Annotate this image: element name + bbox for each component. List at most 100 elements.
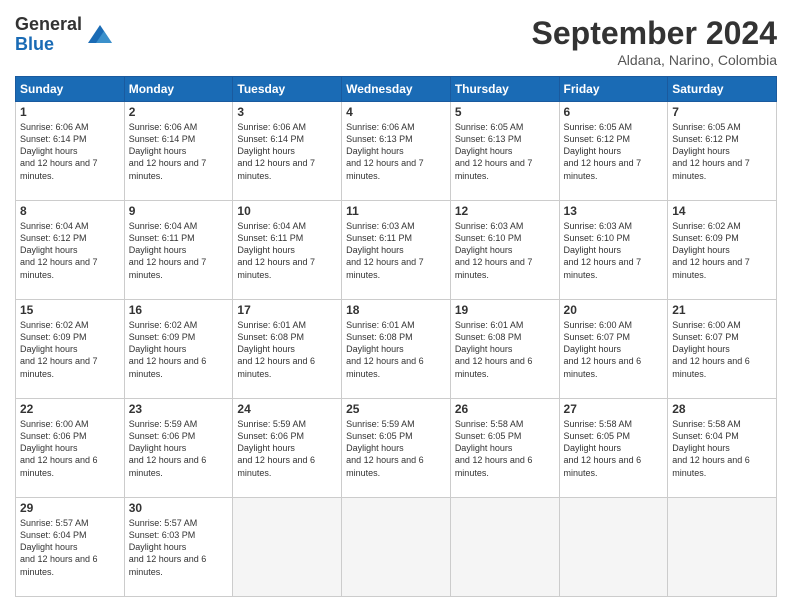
day-number: 13 [564, 204, 664, 218]
col-monday: Monday [124, 77, 233, 102]
page: General Blue September 2024 Aldana, Nari… [0, 0, 792, 612]
table-row: 8 Sunrise: 6:04 AMSunset: 6:12 PMDayligh… [16, 201, 125, 300]
col-sunday: Sunday [16, 77, 125, 102]
cell-info: Sunrise: 5:59 AMSunset: 6:06 PMDaylight … [129, 419, 207, 478]
day-number: 22 [20, 402, 120, 416]
day-number: 16 [129, 303, 229, 317]
day-number: 8 [20, 204, 120, 218]
day-number: 24 [237, 402, 337, 416]
col-thursday: Thursday [450, 77, 559, 102]
cell-info: Sunrise: 5:58 AMSunset: 6:05 PMDaylight … [455, 419, 533, 478]
cell-info: Sunrise: 5:57 AMSunset: 6:04 PMDaylight … [20, 518, 98, 577]
table-row: 24 Sunrise: 5:59 AMSunset: 6:06 PMDaylig… [233, 399, 342, 498]
table-row: 17 Sunrise: 6:01 AMSunset: 6:08 PMDaylig… [233, 300, 342, 399]
cell-info: Sunrise: 6:05 AMSunset: 6:12 PMDaylight … [564, 122, 642, 181]
cell-info: Sunrise: 6:04 AMSunset: 6:11 PMDaylight … [237, 221, 315, 280]
table-row: 22 Sunrise: 6:00 AMSunset: 6:06 PMDaylig… [16, 399, 125, 498]
day-number: 26 [455, 402, 555, 416]
day-number: 23 [129, 402, 229, 416]
calendar-week-row: 8 Sunrise: 6:04 AMSunset: 6:12 PMDayligh… [16, 201, 777, 300]
table-row: 2 Sunrise: 6:06 AMSunset: 6:14 PMDayligh… [124, 102, 233, 201]
table-row [342, 498, 451, 597]
table-row: 18 Sunrise: 6:01 AMSunset: 6:08 PMDaylig… [342, 300, 451, 399]
day-number: 19 [455, 303, 555, 317]
logo-blue: Blue [15, 35, 82, 55]
table-row: 11 Sunrise: 6:03 AMSunset: 6:11 PMDaylig… [342, 201, 451, 300]
table-row [559, 498, 668, 597]
table-row: 3 Sunrise: 6:06 AMSunset: 6:14 PMDayligh… [233, 102, 342, 201]
day-number: 14 [672, 204, 772, 218]
cell-info: Sunrise: 6:02 AMSunset: 6:09 PMDaylight … [129, 320, 207, 379]
col-wednesday: Wednesday [342, 77, 451, 102]
table-row: 4 Sunrise: 6:06 AMSunset: 6:13 PMDayligh… [342, 102, 451, 201]
table-row: 27 Sunrise: 5:58 AMSunset: 6:05 PMDaylig… [559, 399, 668, 498]
cell-info: Sunrise: 5:58 AMSunset: 6:05 PMDaylight … [564, 419, 642, 478]
table-row: 20 Sunrise: 6:00 AMSunset: 6:07 PMDaylig… [559, 300, 668, 399]
cell-info: Sunrise: 6:04 AMSunset: 6:12 PMDaylight … [20, 221, 98, 280]
table-row [233, 498, 342, 597]
day-number: 25 [346, 402, 446, 416]
day-number: 15 [20, 303, 120, 317]
cell-info: Sunrise: 6:03 AMSunset: 6:10 PMDaylight … [455, 221, 533, 280]
cell-info: Sunrise: 6:00 AMSunset: 6:07 PMDaylight … [672, 320, 750, 379]
calendar-week-row: 22 Sunrise: 6:00 AMSunset: 6:06 PMDaylig… [16, 399, 777, 498]
calendar-week-row: 15 Sunrise: 6:02 AMSunset: 6:09 PMDaylig… [16, 300, 777, 399]
title-section: September 2024 Aldana, Narino, Colombia [532, 15, 777, 68]
cell-info: Sunrise: 6:02 AMSunset: 6:09 PMDaylight … [672, 221, 750, 280]
cell-info: Sunrise: 6:01 AMSunset: 6:08 PMDaylight … [455, 320, 533, 379]
cell-info: Sunrise: 6:02 AMSunset: 6:09 PMDaylight … [20, 320, 98, 379]
day-number: 9 [129, 204, 229, 218]
cell-info: Sunrise: 6:05 AMSunset: 6:13 PMDaylight … [455, 122, 533, 181]
table-row: 14 Sunrise: 6:02 AMSunset: 6:09 PMDaylig… [668, 201, 777, 300]
table-row: 15 Sunrise: 6:02 AMSunset: 6:09 PMDaylig… [16, 300, 125, 399]
table-row: 26 Sunrise: 5:58 AMSunset: 6:05 PMDaylig… [450, 399, 559, 498]
cell-info: Sunrise: 6:00 AMSunset: 6:06 PMDaylight … [20, 419, 98, 478]
cell-info: Sunrise: 6:03 AMSunset: 6:11 PMDaylight … [346, 221, 424, 280]
day-number: 12 [455, 204, 555, 218]
cell-info: Sunrise: 6:06 AMSunset: 6:14 PMDaylight … [129, 122, 207, 181]
cell-info: Sunrise: 5:59 AMSunset: 6:05 PMDaylight … [346, 419, 424, 478]
logo-general: General [15, 15, 82, 35]
day-number: 30 [129, 501, 229, 515]
day-number: 18 [346, 303, 446, 317]
table-row: 23 Sunrise: 5:59 AMSunset: 6:06 PMDaylig… [124, 399, 233, 498]
day-number: 28 [672, 402, 772, 416]
cell-info: Sunrise: 5:57 AMSunset: 6:03 PMDaylight … [129, 518, 207, 577]
table-row: 6 Sunrise: 6:05 AMSunset: 6:12 PMDayligh… [559, 102, 668, 201]
day-number: 5 [455, 105, 555, 119]
cell-info: Sunrise: 5:58 AMSunset: 6:04 PMDaylight … [672, 419, 750, 478]
table-row: 13 Sunrise: 6:03 AMSunset: 6:10 PMDaylig… [559, 201, 668, 300]
day-number: 10 [237, 204, 337, 218]
cell-info: Sunrise: 6:05 AMSunset: 6:12 PMDaylight … [672, 122, 750, 181]
logo: General Blue [15, 15, 114, 55]
cell-info: Sunrise: 6:03 AMSunset: 6:10 PMDaylight … [564, 221, 642, 280]
calendar-week-row: 29 Sunrise: 5:57 AMSunset: 6:04 PMDaylig… [16, 498, 777, 597]
table-row [668, 498, 777, 597]
day-number: 27 [564, 402, 664, 416]
table-row: 28 Sunrise: 5:58 AMSunset: 6:04 PMDaylig… [668, 399, 777, 498]
calendar-week-row: 1 Sunrise: 6:06 AMSunset: 6:14 PMDayligh… [16, 102, 777, 201]
day-number: 11 [346, 204, 446, 218]
day-number: 17 [237, 303, 337, 317]
col-friday: Friday [559, 77, 668, 102]
cell-info: Sunrise: 5:59 AMSunset: 6:06 PMDaylight … [237, 419, 315, 478]
col-saturday: Saturday [668, 77, 777, 102]
col-tuesday: Tuesday [233, 77, 342, 102]
cell-info: Sunrise: 6:06 AMSunset: 6:14 PMDaylight … [237, 122, 315, 181]
table-row: 5 Sunrise: 6:05 AMSunset: 6:13 PMDayligh… [450, 102, 559, 201]
table-row [450, 498, 559, 597]
cell-info: Sunrise: 6:06 AMSunset: 6:14 PMDaylight … [20, 122, 98, 181]
header: General Blue September 2024 Aldana, Nari… [15, 15, 777, 68]
table-row: 16 Sunrise: 6:02 AMSunset: 6:09 PMDaylig… [124, 300, 233, 399]
location: Aldana, Narino, Colombia [532, 52, 777, 68]
day-number: 2 [129, 105, 229, 119]
table-row: 10 Sunrise: 6:04 AMSunset: 6:11 PMDaylig… [233, 201, 342, 300]
cell-info: Sunrise: 6:01 AMSunset: 6:08 PMDaylight … [346, 320, 424, 379]
logo-icon [86, 21, 114, 49]
day-number: 20 [564, 303, 664, 317]
cell-info: Sunrise: 6:01 AMSunset: 6:08 PMDaylight … [237, 320, 315, 379]
logo-text: General Blue [15, 15, 82, 55]
day-number: 7 [672, 105, 772, 119]
calendar-header-row: Sunday Monday Tuesday Wednesday Thursday… [16, 77, 777, 102]
table-row: 1 Sunrise: 6:06 AMSunset: 6:14 PMDayligh… [16, 102, 125, 201]
